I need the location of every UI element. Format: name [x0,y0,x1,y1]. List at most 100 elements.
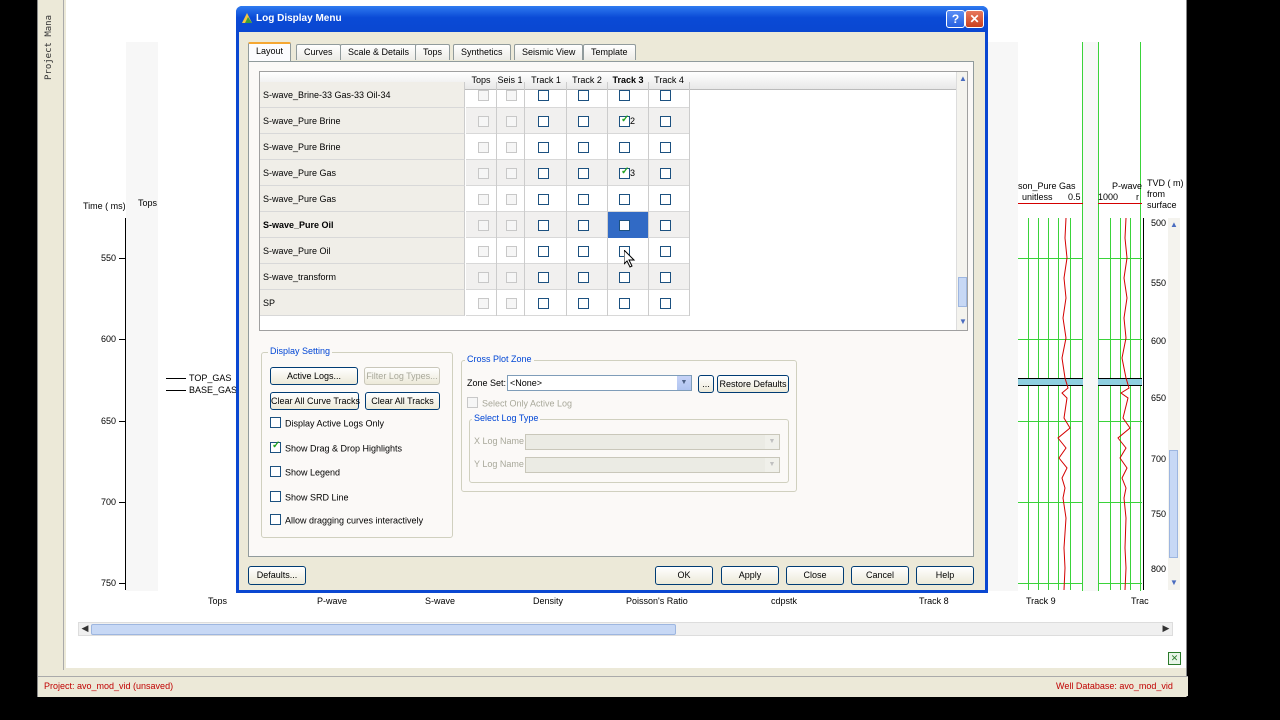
track-checkbox[interactable] [660,298,671,309]
close-icon[interactable]: ✕ [965,10,984,28]
track-checkbox[interactable] [619,142,630,153]
checkbox[interactable] [270,440,281,454]
tab-tops[interactable]: Tops [415,44,451,60]
track-checkbox[interactable] [478,142,489,153]
tab-template[interactable]: Template [583,44,636,60]
tab-layout[interactable]: Layout [248,42,292,61]
grid-vscrollbar[interactable]: ▲ ▼ [956,72,967,330]
track-label[interactable]: Track 8 [919,596,949,606]
tab-curves[interactable]: Curves [296,44,341,60]
dialog-title-bar[interactable]: Log Display Menu ? ✕ [236,6,988,32]
track-checkbox[interactable] [578,168,589,179]
track-label[interactable]: Poisson's Ratio [626,596,688,606]
checkbox[interactable] [467,397,478,409]
grid-row[interactable]: S-wave_Pure Oil [260,212,956,238]
track-checkbox[interactable] [538,168,549,179]
track-checkbox[interactable] [538,272,549,283]
project-manager-strip[interactable]: Project Mana [38,0,64,670]
track-checkbox[interactable] [506,272,517,283]
track-checkbox[interactable] [578,220,589,231]
track-checkbox[interactable] [660,116,671,127]
help-button[interactable]: Help [916,566,974,585]
track-checkbox[interactable] [660,142,671,153]
filter-log-types-button[interactable]: Filter Log Types... [364,367,440,385]
checkbox[interactable] [270,491,281,503]
log-name-cell[interactable]: S-wave_transform [260,264,465,290]
checkbox[interactable] [270,417,281,429]
track-checkbox[interactable] [660,90,671,101]
x-log-name-select[interactable]: ▼ [525,434,780,450]
track-checkbox[interactable] [660,220,671,231]
grid-row[interactable]: S-wave_Pure Gas [260,186,956,212]
grid-row[interactable]: SP [260,290,956,316]
track-vscroll-thumb[interactable] [1169,450,1178,558]
log-name-cell[interactable]: S-wave_Pure Oil [260,238,465,264]
track-checkbox[interactable] [478,220,489,231]
zone-set-select[interactable]: <None> ▼ [507,375,692,391]
hscroll-thumb[interactable] [91,624,676,635]
track-checkbox[interactable] [578,298,589,309]
track-label[interactable]: Tops [208,596,227,606]
track-checkbox[interactable] [619,114,630,127]
track-checkbox[interactable] [538,116,549,127]
track-checkbox[interactable] [660,246,671,257]
track-checkbox[interactable] [506,142,517,153]
ok-button[interactable]: OK [655,566,713,585]
track-checkbox[interactable] [478,246,489,257]
track-checkbox[interactable] [506,90,517,101]
y-log-name-select[interactable]: ▼ [525,457,780,473]
track-checkbox[interactable] [578,142,589,153]
checkbox[interactable] [270,466,281,478]
track-checkbox[interactable] [506,194,517,205]
track-checkbox[interactable] [578,272,589,283]
track-checkbox[interactable] [538,142,549,153]
grid-row[interactable]: S-wave_Pure Brine [260,134,956,160]
track-checkbox[interactable] [619,194,630,205]
track-checkbox[interactable] [578,246,589,257]
restore-defaults-button[interactable]: Restore Defaults [717,375,789,393]
select-only-active-log-option[interactable]: Select Only Active Log [467,397,572,409]
track-label[interactable]: S-wave [425,596,455,606]
tab-scale-details[interactable]: Scale & Details [340,44,418,60]
show-srd-line-option[interactable]: Show SRD Line [270,491,349,503]
horizontal-scrollbar[interactable]: ◀ ▶ [78,622,1173,636]
active-logs-button[interactable]: Active Logs... [270,367,358,385]
show-legend-option[interactable]: Show Legend [270,466,340,478]
track-label[interactable]: cdpstk [771,596,797,606]
log-name-cell[interactable]: SP [260,290,465,316]
track-checkbox[interactable] [506,298,517,309]
cancel-button[interactable]: Cancel [851,566,909,585]
track-checkbox[interactable] [478,272,489,283]
track-label[interactable]: Density [533,596,563,606]
tab-seismic-view[interactable]: Seismic View [514,44,584,60]
grid-row[interactable]: S-wave_Pure Brine 2 [260,108,956,134]
close-button[interactable]: Close [786,566,844,585]
log-name-cell[interactable]: S-wave_Pure Oil [260,212,465,238]
scroll-up-icon[interactable]: ▲ [957,74,967,86]
scroll-right-icon[interactable]: ▶ [1160,623,1172,635]
track-checkbox[interactable] [538,298,549,309]
chevron-down-icon[interactable]: ▼ [677,376,691,390]
log-name-cell[interactable]: S-wave_Pure Gas [260,160,465,186]
grid-row[interactable]: S-wave_transform [260,264,956,290]
track-checkbox[interactable] [478,90,489,101]
track-label[interactable]: Trac [1131,596,1149,606]
excel-export-icon[interactable]: ✕ [1168,652,1181,665]
track-checkbox[interactable] [538,220,549,231]
track-checkbox[interactable] [478,298,489,309]
clear-all-tracks-button[interactable]: Clear All Tracks [365,392,440,410]
track-checkbox[interactable] [506,246,517,257]
track-checkbox[interactable] [478,116,489,127]
scroll-up-icon[interactable]: ▲ [1168,220,1180,229]
track-vscrollbar[interactable]: ▲ ▼ [1168,218,1180,590]
show-drag-drop-option[interactable]: Show Drag & Drop Highlights [270,440,402,454]
log-name-cell[interactable]: S-wave_Pure Brine [260,108,465,134]
checkbox[interactable] [270,514,281,526]
track-checkbox[interactable] [619,298,630,309]
scroll-left-icon[interactable]: ◀ [79,623,91,635]
grid-vscroll-thumb[interactable] [958,277,967,307]
chevron-down-icon[interactable]: ▼ [765,458,779,472]
track-checkbox[interactable] [578,194,589,205]
track-checkbox[interactable] [660,168,671,179]
clear-all-curve-tracks-button[interactable]: Clear All Curve Tracks [270,392,360,410]
